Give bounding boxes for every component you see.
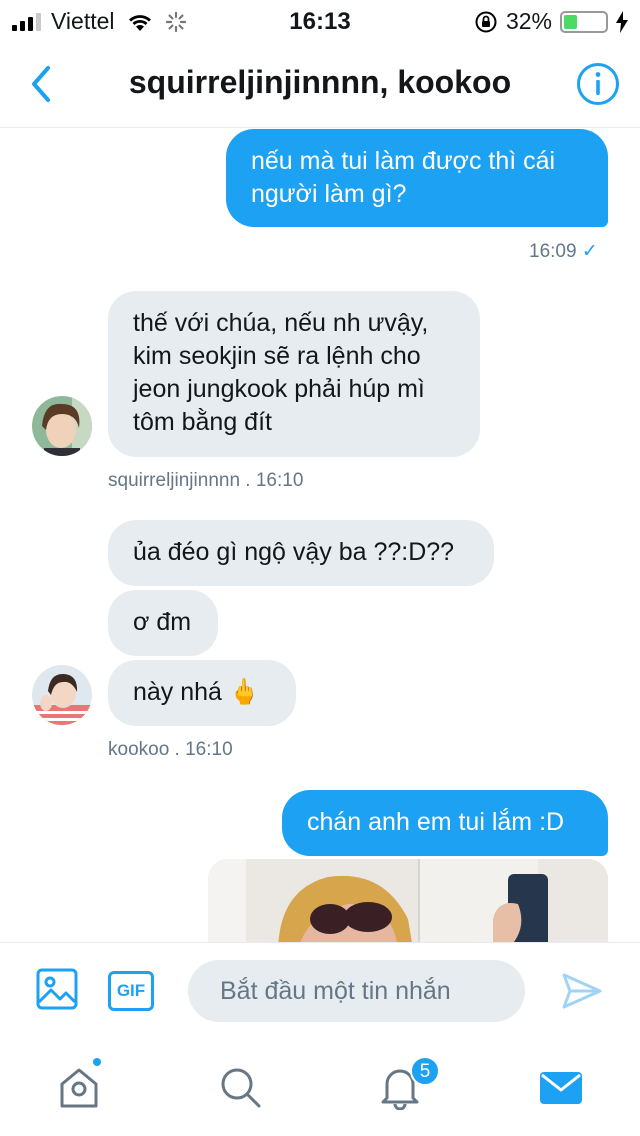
charging-icon bbox=[616, 10, 628, 33]
conversation-header: squirreljinjinnnn, kookoo bbox=[0, 40, 640, 128]
message-bubble-incoming[interactable]: ơ đm bbox=[108, 590, 218, 656]
sender-timestamp: squirreljinjinnnn . 16:10 bbox=[108, 470, 304, 491]
send-icon[interactable] bbox=[560, 969, 604, 1013]
message-timestamp: 16:09 ✓ bbox=[529, 240, 598, 263]
back-chevron-icon[interactable] bbox=[26, 64, 56, 104]
info-icon[interactable] bbox=[576, 62, 620, 106]
gif-button[interactable]: GIF bbox=[108, 971, 154, 1011]
message-bubble-incoming[interactable]: thế với chúa, nếu nh ưvậy, kim seokjin s… bbox=[108, 291, 480, 457]
messages-icon[interactable] bbox=[538, 1064, 584, 1110]
notifications-badge: 5 bbox=[410, 1056, 440, 1086]
read-check-icon: ✓ bbox=[581, 241, 598, 262]
message-composer: GIF bbox=[0, 942, 640, 1038]
message-bubble-outgoing[interactable]: chán anh em tui lắm :D bbox=[282, 790, 608, 856]
image-icon[interactable] bbox=[36, 968, 78, 1010]
orientation-lock-icon bbox=[475, 11, 497, 32]
sender-timestamp: kookoo . 16:10 bbox=[108, 739, 233, 760]
message-bubble-outgoing[interactable]: nếu mà tui làm được thì cái người làm gì… bbox=[226, 129, 608, 227]
home-icon[interactable] bbox=[56, 1064, 102, 1110]
conversation-title: squirreljinjinnnn, kookoo bbox=[128, 64, 512, 100]
battery-icon bbox=[560, 10, 608, 33]
message-input[interactable] bbox=[188, 960, 525, 1022]
home-unread-dot bbox=[91, 1056, 103, 1068]
status-bar: Viettel 16:13 32% bbox=[0, 0, 640, 40]
tab-bar bbox=[0, 1038, 640, 1136]
timestamp-text: 16:09 bbox=[529, 241, 577, 262]
message-bubble-incoming[interactable]: ủa đéo gì ngộ vậy ba ??:D?? bbox=[108, 520, 494, 586]
image-attachment[interactable] bbox=[208, 859, 608, 949]
avatar-squirreljinjinnnn[interactable] bbox=[32, 396, 92, 456]
search-icon[interactable] bbox=[217, 1064, 263, 1110]
battery-percent: 32% bbox=[505, 8, 552, 34]
avatar-kookoo[interactable] bbox=[32, 665, 92, 725]
message-bubble-incoming[interactable]: này nhá 🖕 bbox=[108, 660, 296, 726]
